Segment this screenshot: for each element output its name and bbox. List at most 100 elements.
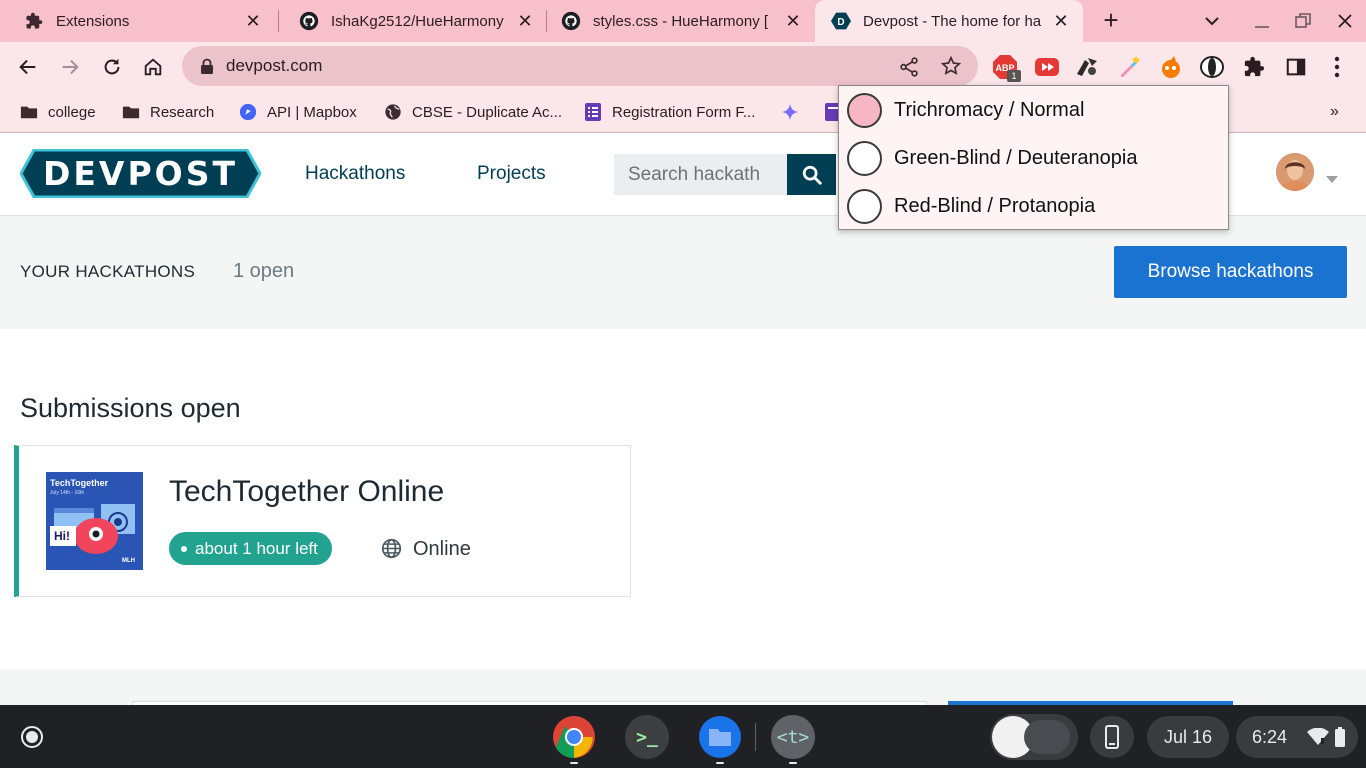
location-text: Online bbox=[413, 538, 471, 560]
tab-hueharmony-repo[interactable]: IshaKg2512/HueHarmony ✕ bbox=[275, 0, 547, 42]
text-running-indicator bbox=[789, 762, 797, 764]
restore-icon[interactable] bbox=[1294, 12, 1312, 35]
nav-projects[interactable]: Projects bbox=[477, 163, 546, 185]
thumb-date: July 14th - 16th bbox=[50, 490, 85, 496]
globe-icon bbox=[381, 538, 402, 564]
color-picker-extension-icon[interactable] bbox=[1116, 54, 1142, 80]
close-icon[interactable]: ✕ bbox=[783, 11, 803, 31]
address-bar[interactable]: devpost.com bbox=[182, 46, 978, 86]
your-hackathons-label: YOUR HACKATHONS bbox=[20, 262, 196, 281]
tab-title: Devpost - The home for ha bbox=[863, 12, 1042, 30]
logo-text: DEVPOST bbox=[43, 154, 238, 193]
bookmark-label: Registration Form F... bbox=[612, 103, 756, 121]
minimize-icon[interactable] bbox=[1253, 12, 1271, 35]
your-hackathons-bar: YOUR HACKATHONS 1 open Browse hackathons bbox=[0, 217, 1366, 329]
avatar-dropdown-icon[interactable] bbox=[1326, 171, 1338, 189]
badge-dot bbox=[181, 545, 187, 552]
launcher-button[interactable] bbox=[21, 726, 43, 748]
bookmarks-overflow-button[interactable]: » bbox=[1330, 100, 1339, 124]
bookmark-registration-form[interactable]: Registration Form F... bbox=[584, 100, 755, 124]
chrome-running-indicator bbox=[570, 762, 578, 764]
tab-title: IshaKg2512/HueHarmony bbox=[331, 12, 504, 30]
browse-hackathons-button[interactable]: Browse hackathons bbox=[1114, 246, 1347, 298]
phone-icon bbox=[1105, 725, 1119, 749]
search-input[interactable] bbox=[614, 154, 787, 195]
eye-extension-icon[interactable] bbox=[1199, 54, 1225, 80]
thumb-hi-text: Hi! bbox=[54, 529, 70, 543]
text-app-icon[interactable]: <t> bbox=[771, 715, 815, 759]
sparkle-icon bbox=[781, 103, 799, 121]
search-button[interactable] bbox=[787, 154, 836, 195]
lock-icon[interactable] bbox=[200, 58, 214, 74]
tab-search-chevron-icon[interactable] bbox=[1202, 12, 1222, 35]
time-left-text: about 1 hour left bbox=[195, 538, 318, 558]
back-button[interactable] bbox=[14, 53, 42, 81]
terminal-app-icon[interactable]: >_ bbox=[625, 715, 669, 759]
shelf-divider bbox=[755, 723, 756, 751]
clock-text: 6:24 bbox=[1252, 726, 1288, 747]
hackathon-card[interactable]: TechTogether July 14th - 16th Hi! MLH Te… bbox=[14, 445, 631, 597]
tab-styles-css[interactable]: styles.css - HueHarmony [ ✕ bbox=[537, 0, 815, 42]
section-title: Submissions open bbox=[20, 393, 241, 423]
lower-section bbox=[0, 669, 1366, 705]
devpost-icon: D bbox=[831, 11, 851, 31]
bookmark-label: Research bbox=[150, 103, 215, 121]
option-label: Red-Blind / Protanopia bbox=[894, 194, 1096, 217]
bookmark-cbse[interactable]: CBSE - Duplicate Ac... bbox=[384, 100, 562, 124]
bookmark-college[interactable]: college bbox=[20, 100, 96, 124]
date-tray[interactable]: Jul 16 bbox=[1147, 716, 1229, 758]
new-tab-button[interactable]: + bbox=[1098, 7, 1124, 34]
battery-icon bbox=[1335, 727, 1346, 747]
extensions-puzzle-icon[interactable] bbox=[1241, 54, 1267, 80]
radio-trichromacy[interactable] bbox=[847, 92, 882, 128]
nav-hackathons[interactable]: Hackathons bbox=[305, 163, 405, 185]
option-protanopia[interactable]: Red-Blind / Protanopia bbox=[847, 188, 1095, 224]
globe-icon bbox=[384, 103, 402, 121]
close-icon[interactable]: ✕ bbox=[1051, 11, 1071, 31]
status-tray[interactable]: 6:24 bbox=[1236, 716, 1358, 758]
star-bookmark-icon[interactable] bbox=[940, 55, 962, 82]
reload-button[interactable] bbox=[98, 53, 126, 81]
avatar[interactable] bbox=[1276, 153, 1314, 191]
devpost-logo[interactable]: DEVPOST bbox=[20, 149, 261, 198]
share-icon[interactable] bbox=[898, 56, 920, 83]
adblock-extension-icon[interactable]: ABP 1 bbox=[992, 54, 1021, 82]
bookmark-label: CBSE - Duplicate Ac... bbox=[412, 103, 563, 121]
github-icon bbox=[299, 11, 319, 31]
chrome-app-icon[interactable] bbox=[552, 715, 596, 759]
option-trichromacy[interactable]: Trichromacy / Normal bbox=[847, 92, 1084, 128]
tab-strip: Extensions ✕ IshaKg2512/HueHarmony ✕ sty… bbox=[0, 0, 1366, 42]
side-panel-icon[interactable] bbox=[1283, 54, 1309, 80]
hackathon-name[interactable]: TechTogether Online bbox=[169, 475, 444, 509]
option-deuteranopia[interactable]: Green-Blind / Deuteranopia bbox=[847, 140, 1137, 176]
holding-space-tray[interactable] bbox=[990, 714, 1078, 760]
phone-hub-button[interactable] bbox=[1090, 716, 1134, 758]
forward-button[interactable] bbox=[56, 53, 84, 81]
open-count[interactable]: 1 open bbox=[233, 260, 294, 283]
radio-deuteranopia[interactable] bbox=[847, 140, 882, 176]
close-icon[interactable]: ✕ bbox=[243, 11, 263, 31]
tab-title: styles.css - HueHarmony [ bbox=[593, 12, 769, 30]
youtube-extension-icon[interactable] bbox=[1034, 54, 1060, 80]
thumb-title: TechTogether bbox=[50, 478, 109, 488]
tab-devpost[interactable]: D Devpost - The home for ha ✕ bbox=[815, 0, 1083, 42]
files-app-icon[interactable] bbox=[698, 715, 742, 759]
url-text[interactable]: devpost.com bbox=[226, 56, 322, 76]
close-icon[interactable]: ✕ bbox=[515, 11, 535, 31]
bookmark-gemini[interactable] bbox=[781, 100, 809, 124]
home-button[interactable] bbox=[139, 53, 167, 81]
extension-badge-count: 1 bbox=[1007, 70, 1021, 82]
tab-title: Extensions bbox=[56, 12, 130, 30]
bookmark-mapbox[interactable]: API | Mapbox bbox=[239, 100, 357, 124]
puzzle-icon bbox=[24, 11, 44, 31]
bookmark-research[interactable]: Research bbox=[122, 100, 214, 124]
folder-icon bbox=[20, 103, 38, 121]
orange-extension-icon[interactable] bbox=[1158, 54, 1184, 80]
menu-kebab-icon[interactable] bbox=[1324, 54, 1350, 80]
tab-extensions[interactable]: Extensions ✕ bbox=[0, 0, 275, 42]
screenshot-thumbnail-2 bbox=[1024, 720, 1070, 754]
radio-protanopia[interactable] bbox=[847, 188, 882, 224]
wizard-extension-icon[interactable] bbox=[1074, 54, 1100, 80]
hackathon-thumbnail[interactable]: TechTogether July 14th - 16th Hi! MLH bbox=[46, 472, 143, 570]
close-window-icon[interactable] bbox=[1336, 12, 1354, 35]
